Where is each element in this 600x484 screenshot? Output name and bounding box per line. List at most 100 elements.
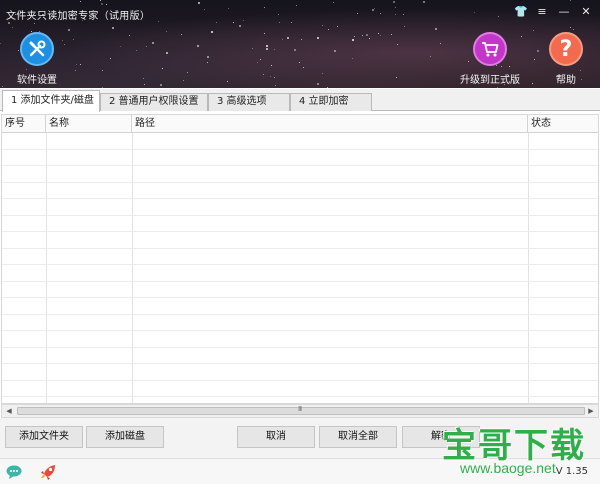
horizontal-scrollbar[interactable]: ◀ III ▶ xyxy=(1,404,599,418)
tab-advanced-options[interactable]: 3 高级选项 xyxy=(208,93,290,111)
star xyxy=(422,1,425,4)
star xyxy=(196,44,199,47)
star xyxy=(396,76,398,78)
add-disk-button[interactable]: 添加磁盘 xyxy=(86,426,164,448)
app-header: 文件夹只读加密专家（试用版） 👕 ≡ — ✕ 软件设置 升级到正式版 ? 帮助 xyxy=(0,0,600,88)
star xyxy=(242,19,244,21)
tab-bar: 1 添加文件夹/磁盘 2 普通用户权限设置 3 高级选项 4 立即加密 xyxy=(0,89,600,112)
table-row[interactable] xyxy=(2,216,598,232)
star xyxy=(226,81,228,83)
star xyxy=(278,22,280,24)
star xyxy=(264,6,266,8)
rocket-icon[interactable] xyxy=(39,464,57,480)
table-row[interactable] xyxy=(2,282,598,298)
table-row[interactable] xyxy=(2,348,598,364)
table-row[interactable] xyxy=(2,133,598,150)
star xyxy=(101,3,104,6)
scroll-right-icon[interactable]: ▶ xyxy=(584,405,598,417)
help-button[interactable]: ? 帮助 xyxy=(549,32,583,86)
star xyxy=(251,48,253,50)
star xyxy=(322,24,324,26)
table-row[interactable] xyxy=(2,183,598,199)
help-label: 帮助 xyxy=(556,75,576,86)
star xyxy=(180,34,182,35)
cart-icon xyxy=(473,32,507,66)
star xyxy=(67,28,70,31)
chat-icon[interactable] xyxy=(6,464,24,480)
star xyxy=(120,46,122,48)
minimize-icon[interactable]: — xyxy=(558,5,570,18)
tab-user-permissions[interactable]: 2 普通用户权限设置 xyxy=(100,93,208,111)
star xyxy=(404,26,406,27)
star xyxy=(158,20,160,22)
close-icon[interactable]: ✕ xyxy=(580,5,592,18)
question-icon: ? xyxy=(549,32,583,66)
cancel-all-button[interactable]: 取消全部 xyxy=(319,426,397,448)
scrollbar-thumb[interactable]: III xyxy=(17,405,585,415)
star xyxy=(434,28,437,31)
tab-add-folder-disk[interactable]: 1 添加文件夹/磁盘 xyxy=(2,90,100,112)
star xyxy=(211,30,213,33)
table-row[interactable] xyxy=(2,315,598,331)
table-row[interactable] xyxy=(2,381,598,397)
star xyxy=(369,38,371,39)
star xyxy=(111,26,114,29)
star xyxy=(357,12,359,14)
star xyxy=(316,83,319,85)
star xyxy=(64,43,66,45)
cancel-button[interactable]: 取消 xyxy=(237,426,315,448)
star xyxy=(532,83,534,85)
star xyxy=(34,22,36,24)
tab-encrypt-now[interactable]: 4 立即加密 xyxy=(290,93,372,111)
skin-icon[interactable]: 👕 xyxy=(514,5,528,18)
table-row[interactable] xyxy=(2,150,598,166)
column-header-name[interactable]: 名称 xyxy=(46,115,132,133)
star xyxy=(296,4,298,6)
star xyxy=(534,59,536,61)
menu-icon[interactable]: ≡ xyxy=(536,5,548,18)
star xyxy=(100,0,102,2)
star xyxy=(294,49,297,52)
star xyxy=(75,69,77,71)
table-row[interactable] xyxy=(2,199,598,216)
star xyxy=(327,87,328,88)
table-row[interactable] xyxy=(2,249,598,265)
star xyxy=(351,38,354,41)
upgrade-button[interactable]: 升级到正式版 xyxy=(460,32,520,86)
star xyxy=(265,44,268,47)
star xyxy=(152,41,155,44)
star xyxy=(207,55,209,58)
star xyxy=(379,12,381,14)
table-row[interactable] xyxy=(2,265,598,282)
table-row[interactable] xyxy=(2,364,598,381)
star xyxy=(536,50,539,52)
folder-table[interactable]: 序号 名称 路径 状态 xyxy=(1,114,599,404)
star xyxy=(259,59,261,60)
table-row[interactable] xyxy=(2,331,598,348)
table-row[interactable] xyxy=(2,232,598,249)
star xyxy=(298,61,300,63)
star xyxy=(286,36,289,39)
star xyxy=(333,49,336,52)
star xyxy=(366,33,369,36)
star xyxy=(273,76,275,78)
star xyxy=(102,70,103,71)
star xyxy=(391,34,393,36)
column-header-status[interactable]: 状态 xyxy=(528,115,598,133)
table-row[interactable] xyxy=(2,166,598,183)
star xyxy=(439,43,441,45)
star xyxy=(336,26,338,27)
scroll-left-icon[interactable]: ◀ xyxy=(2,405,16,417)
column-header-path[interactable]: 路径 xyxy=(132,115,528,133)
add-folder-button[interactable]: 添加文件夹 xyxy=(5,426,83,448)
window-controls: 👕 ≡ — ✕ xyxy=(514,5,592,18)
star xyxy=(110,57,112,59)
star xyxy=(232,22,234,23)
star xyxy=(204,9,205,11)
star xyxy=(569,26,571,28)
star xyxy=(374,7,376,9)
table-row[interactable] xyxy=(2,298,598,315)
column-header-index[interactable]: 序号 xyxy=(2,115,46,133)
software-settings-button[interactable]: 软件设置 xyxy=(17,32,57,86)
star xyxy=(397,43,399,45)
